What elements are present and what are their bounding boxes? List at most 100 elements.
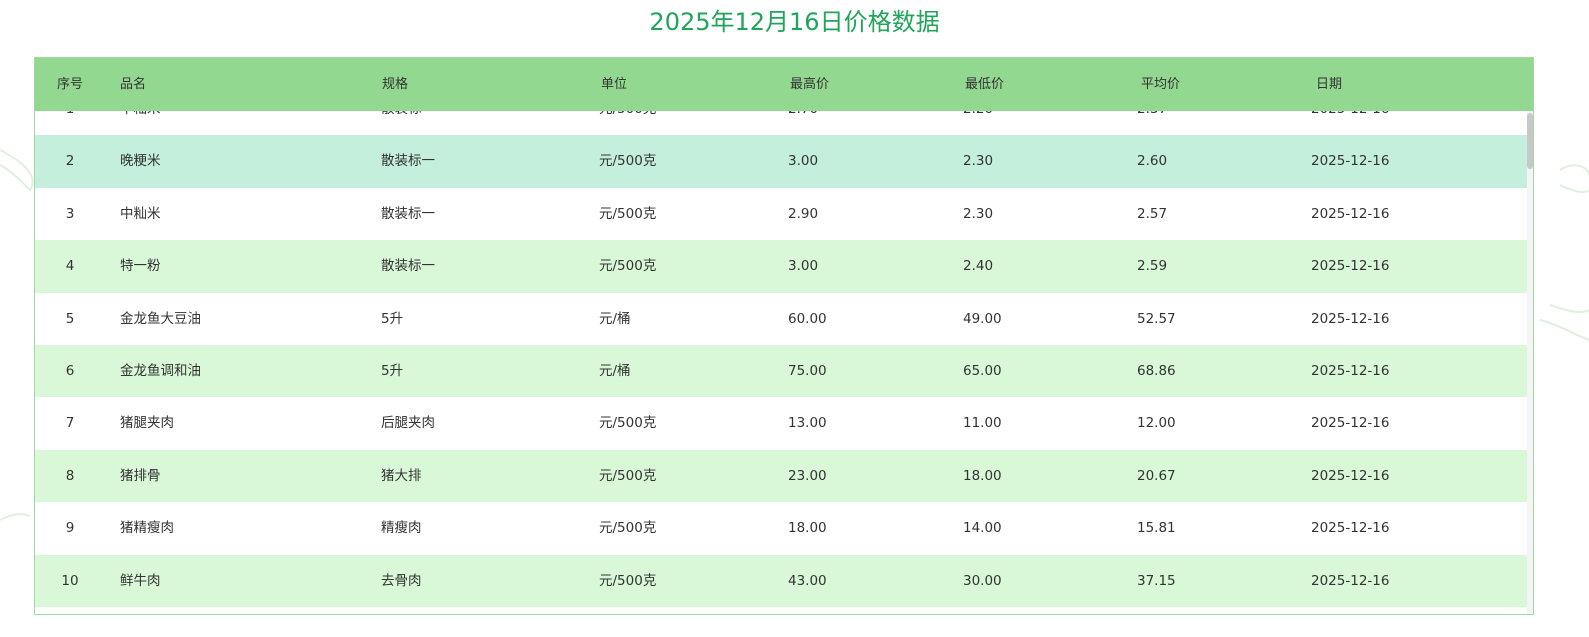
cell-min-price: 49.00 — [963, 310, 1002, 327]
cell-max-price: 3.00 — [788, 258, 819, 275]
cell-avg-price: 2.60 — [1137, 153, 1168, 170]
cell-unit: 元/500克 — [599, 111, 656, 135]
cell-avg-price: 52.57 — [1137, 310, 1176, 327]
cell-avg-price: 2.59 — [1137, 258, 1168, 275]
cell-date: 2025-12-16 — [1311, 362, 1390, 379]
column-header-unit[interactable]: 单位 — [601, 58, 627, 111]
table-row[interactable]: 10 鲜牛肉 去骨肉 元/500克 43.00 30.00 37.15 2025-12-16 — [35, 554, 1527, 607]
table-row[interactable]: 7 猪腿夹肉 后腿夹肉 元/500克 13.00 11.00 12.00 2025-12-16 — [35, 397, 1527, 449]
column-header-index[interactable]: 序号 — [35, 58, 105, 111]
cell-spec: 去骨肉 — [381, 572, 422, 589]
price-table: 序号 品名 规格 单位 最高价 最低价 平均价 日期 1早籼米散装标一元/500… — [34, 57, 1534, 615]
table-row[interactable]: 1 早籼米 散装标一 元/500克 2.70 2.20 2.37 2025-12-16 — [35, 111, 1527, 135]
cell-avg-price: 15.81 — [1137, 520, 1176, 537]
cell-spec: 散装标一 — [381, 111, 435, 135]
cell-name: 中籼米 — [120, 205, 161, 222]
cell-min-price: 2.40 — [963, 258, 994, 275]
cell-min-price: 65.00 — [963, 362, 1002, 379]
cell-avg-price: 2.37 — [1137, 111, 1167, 135]
cell-spec: 精瘦肉 — [381, 520, 422, 537]
cell-date: 2025-12-16 — [1311, 415, 1390, 432]
cell-name: 早籼米 — [120, 111, 161, 135]
table-row[interactable]: 8 猪排骨 猪大排 元/500克 23.00 18.00 20.67 2025-12-16 — [35, 449, 1527, 503]
column-header-max-price[interactable]: 最高价 — [790, 58, 829, 111]
cell-spec: 5升 — [381, 362, 404, 379]
column-header-min-price[interactable]: 最低价 — [965, 58, 1004, 111]
cell-unit: 元/500克 — [599, 520, 657, 537]
cell-name: 猪腿夹肉 — [120, 415, 174, 432]
table-row[interactable]: 4 特一粉 散装标一 元/500克 3.00 2.40 2.59 2025-12-16 — [35, 240, 1527, 293]
scrollbar-thumb[interactable] — [1527, 113, 1533, 169]
cell-date: 2025-12-16 — [1311, 310, 1390, 327]
cell-unit: 元/500克 — [599, 415, 657, 432]
column-header-name[interactable]: 品名 — [120, 58, 146, 111]
cell-unit: 元/500克 — [599, 205, 657, 222]
cell-max-price: 3.00 — [788, 153, 819, 170]
vertical-scrollbar[interactable] — [1527, 111, 1533, 614]
table-row[interactable]: 3 中籼米 散装标一 元/500克 2.90 2.30 2.57 2025-12-16 — [35, 188, 1527, 240]
cell-name: 晚粳米 — [120, 153, 161, 170]
cell-avg-price: 20.67 — [1137, 467, 1176, 484]
cell-spec: 猪大排 — [381, 467, 422, 484]
cell-unit: 元/桶 — [599, 310, 631, 327]
cell-spec: 散装标一 — [381, 205, 435, 222]
cell-unit: 元/桶 — [599, 362, 631, 379]
cell-avg-price: 12.00 — [1137, 415, 1176, 432]
cell-index: 3 — [65, 205, 75, 222]
table-body[interactable]: 1早籼米散装标一元/500克2.702.202.372025-12-162晚粳米… — [35, 111, 1527, 614]
cell-spec: 散装标一 — [381, 258, 435, 275]
cell-date: 2025-12-16 — [1311, 205, 1390, 222]
cell-name: 猪排骨 — [120, 467, 161, 484]
cell-date: 2025-12-16 — [1311, 572, 1390, 589]
cell-unit: 元/500克 — [599, 467, 657, 484]
column-header-avg-price[interactable]: 平均价 — [1141, 58, 1180, 111]
cell-index: 2 — [65, 153, 75, 170]
cell-max-price: 43.00 — [788, 572, 827, 589]
cell-min-price: 30.00 — [963, 572, 1002, 589]
table-row[interactable]: 9 猪精瘦肉 精瘦肉 元/500克 18.00 14.00 15.81 2025-12-16 — [35, 502, 1527, 554]
cell-spec: 5升 — [381, 310, 404, 327]
cell-avg-price: 37.15 — [1137, 572, 1176, 589]
cell-date: 2025-12-16 — [1311, 258, 1390, 275]
cell-min-price: 2.20 — [963, 111, 993, 135]
cell-name: 猪精瘦肉 — [120, 520, 174, 537]
cell-index: 1 — [35, 111, 105, 135]
cell-min-price: 11.00 — [963, 415, 1002, 432]
cell-unit: 元/500克 — [599, 572, 657, 589]
cell-max-price: 23.00 — [788, 467, 827, 484]
cell-unit: 元/500克 — [599, 258, 657, 275]
cell-max-price: 75.00 — [788, 362, 827, 379]
cell-min-price: 14.00 — [963, 520, 1002, 537]
cell-max-price: 2.70 — [788, 111, 818, 135]
cell-max-price: 2.90 — [788, 205, 819, 222]
cell-avg-price: 68.86 — [1137, 362, 1176, 379]
cell-spec: 后腿夹肉 — [381, 415, 435, 432]
cell-index: 8 — [65, 467, 75, 484]
cell-min-price: 2.30 — [963, 205, 994, 222]
cell-date: 2025-12-16 — [1311, 520, 1390, 537]
cell-date: 2025-12-16 — [1311, 111, 1389, 135]
table-row[interactable]: 6 金龙鱼调和油 5升 元/桶 75.00 65.00 68.86 2025-12-16 — [35, 344, 1527, 398]
table-row[interactable]: 2 晚粳米 散装标一 元/500克 3.00 2.30 2.60 2025-12-16 — [35, 135, 1527, 188]
cell-date: 2025-12-16 — [1311, 467, 1390, 484]
cell-name: 金龙鱼大豆油 — [120, 310, 201, 327]
column-header-spec[interactable]: 规格 — [382, 58, 408, 111]
cell-index: 10 — [61, 572, 79, 589]
cell-max-price: 13.00 — [788, 415, 827, 432]
table-row[interactable]: 5 金龙鱼大豆油 5升 元/桶 60.00 49.00 52.57 2025-12-16 — [35, 293, 1527, 345]
cell-index: 7 — [65, 415, 75, 432]
cell-index: 9 — [65, 520, 75, 537]
cell-max-price: 60.00 — [788, 310, 827, 327]
cell-avg-price: 2.57 — [1137, 205, 1168, 222]
column-header-date[interactable]: 日期 — [1316, 58, 1342, 111]
page-title: 2025年12月16日价格数据 — [649, 8, 940, 36]
cell-date: 2025-12-16 — [1311, 153, 1390, 170]
cell-index: 4 — [65, 258, 75, 275]
cell-index: 6 — [65, 362, 75, 379]
table-rows: 1早籼米散装标一元/500克2.702.202.372025-12-162晚粳米… — [35, 111, 1527, 607]
cell-name: 特一粉 — [120, 258, 161, 275]
cell-name: 鲜牛肉 — [120, 572, 161, 589]
cell-index: 5 — [65, 310, 75, 327]
cell-unit: 元/500克 — [599, 153, 657, 170]
cell-min-price: 2.30 — [963, 153, 994, 170]
